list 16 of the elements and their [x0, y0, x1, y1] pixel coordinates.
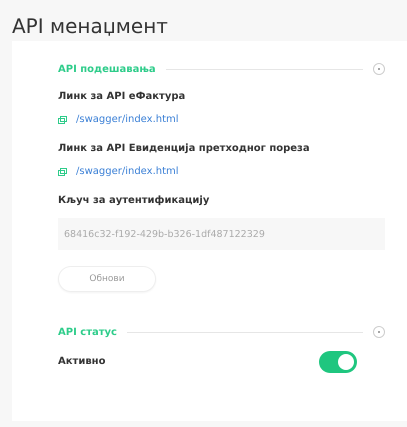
auth-key-field[interactable]: 68416c32-f192-429b-b326-1df487122329	[58, 218, 385, 250]
page-title: API менаџмент	[11, 13, 169, 40]
collapse-icon[interactable]	[373, 63, 385, 75]
field-label: Линк за API еФактура	[58, 91, 186, 102]
section-title: API подешавања	[58, 64, 156, 74]
copy-icon	[58, 116, 67, 124]
swagger-link[interactable]: /swagger/index.html	[58, 166, 385, 177]
collapse-icon[interactable]	[373, 326, 385, 338]
swagger-link[interactable]: /swagger/index.html	[58, 114, 385, 125]
copy-icon	[58, 168, 67, 176]
field-label: Кључ за аутентификацију	[58, 195, 210, 206]
status-toggle[interactable]	[319, 350, 357, 372]
refresh-button[interactable]: Обнови	[58, 266, 156, 292]
toggle-label: Активно	[58, 356, 106, 367]
section-title: API статус	[58, 326, 117, 338]
field-label: Линк за API Евиденција претходног пореза	[58, 143, 311, 154]
